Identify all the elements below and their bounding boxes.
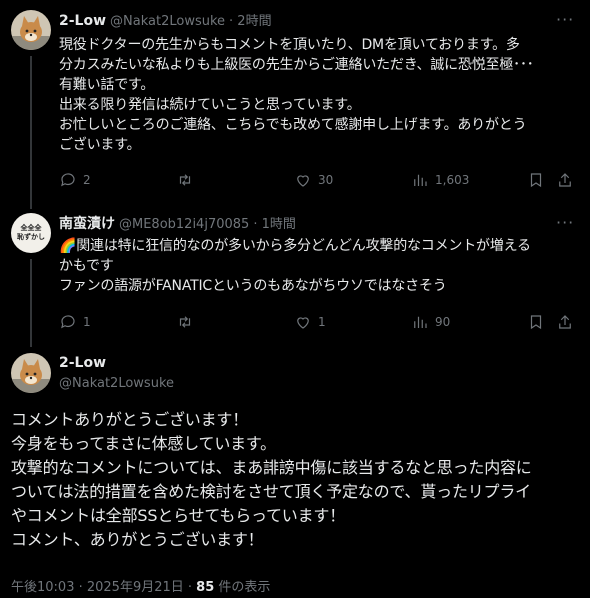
tweet2-text: 🌈関連は特に狂信的なのが多いから多分どんどん攻撃的なコメントが増える かもです … [59,238,531,294]
reply-button[interactable]: 2 [59,171,91,189]
avatar[interactable] [11,353,51,393]
author-handle[interactable]: @Nakat2Lowsuke [110,14,225,29]
bookmark-icon [530,315,542,330]
post-time[interactable]: · 2時間 [229,10,272,29]
avatar-text: 全全全 恥ずかし [17,224,45,241]
reply-count: 1 [83,315,91,329]
bookmark-button[interactable] [527,313,545,331]
view-count: 1,603 [435,173,470,187]
share-icon [559,173,571,187]
view-count: 90 [435,315,451,329]
view-count: 85 [196,580,215,595]
like-button[interactable]: 1 [294,313,326,331]
thread-line [30,200,32,209]
shiba-avatar-image [11,353,51,393]
share-button[interactable] [556,171,574,189]
bookmark-icon [530,173,542,188]
reply-icon [61,173,75,187]
author-name[interactable]: 2-Low [59,355,106,371]
share-icon [559,315,571,329]
bookmark-button[interactable] [527,171,545,189]
thread-line [30,56,32,200]
post-meta: 午後10:03 · 2025年9月21日 · 85 件の表示 [11,576,270,595]
author-handle[interactable]: @ME8ob12i4j70085 [119,217,249,232]
views-button[interactable]: 1,603 [411,171,469,189]
post-timestamp[interactable]: 午後10:03 · 2025年9月21日 · [11,580,196,595]
views-button[interactable]: 90 [411,313,450,331]
retweet-icon [179,174,191,186]
views-icon [414,174,427,186]
author-handle[interactable]: @Nakat2Lowsuke [59,376,174,391]
avatar[interactable] [11,10,51,50]
post-time[interactable]: · 1時間 [253,213,296,232]
heart-icon [297,175,309,187]
tweet2-header: 南蛮漬け @ME8ob12i4j70085 · 1時間 [59,213,296,233]
views-icon [414,316,427,328]
shiba-avatar-image [11,10,51,50]
author-name[interactable]: 2-Low [59,13,106,29]
more-icon[interactable]: ··· [556,10,574,29]
tweet1-text: 現役ドクターの先生からもコメントを頂いたり、DMを頂いております。多 分カスみた… [59,37,534,153]
reply-count: 2 [83,173,91,187]
heart-icon [297,317,309,329]
retweet-button[interactable] [176,171,200,189]
author-name[interactable]: 南蛮漬け [59,213,115,233]
retweet-icon [179,316,191,328]
reply-button[interactable]: 1 [59,313,91,331]
main-tweet-text: コメントありがとうございます！ 今身をもってまさに体感しています。 攻撃的なコメ… [11,410,532,549]
share-button[interactable] [556,313,574,331]
like-count: 1 [318,315,326,329]
view-label: 件の表示 [214,580,271,595]
thread-line [30,259,32,347]
like-button[interactable]: 30 [294,171,333,189]
more-icon[interactable]: ··· [556,213,574,232]
avatar[interactable]: 全全全 恥ずかし [11,213,51,253]
retweet-button[interactable] [176,313,200,331]
tweet1-header: 2-Low @Nakat2Lowsuke · 2時間 [59,10,272,29]
reply-icon [61,315,75,329]
like-count: 30 [318,173,334,187]
